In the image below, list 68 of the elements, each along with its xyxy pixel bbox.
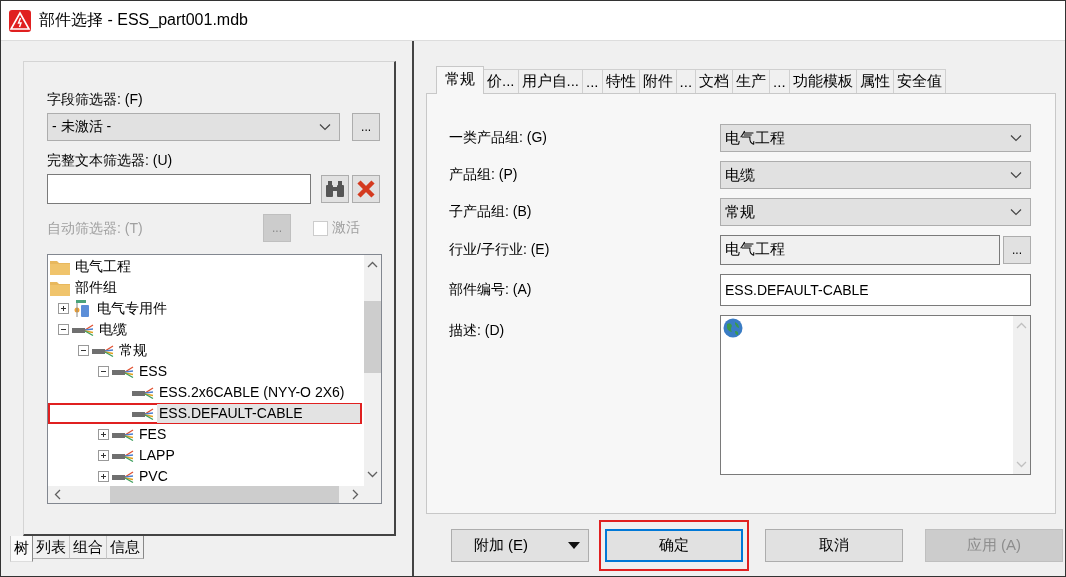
expand-icon[interactable]: [58, 303, 69, 314]
dialog-button[interactable]: 附加 (E): [451, 528, 589, 562]
clear-button[interactable]: [352, 175, 380, 203]
globe-icon: [723, 318, 743, 338]
dialog-button[interactable]: 取消: [765, 528, 903, 562]
expand-icon[interactable]: [98, 429, 109, 440]
folder-icon: [50, 258, 70, 275]
text-filter-field[interactable]: [47, 174, 311, 204]
cable-icon: [112, 428, 134, 441]
auto-filter-label: 自动筛选器: (T): [47, 219, 144, 237]
description-field[interactable]: [720, 315, 1031, 475]
field-label: 一类产品组: (G): [449, 129, 548, 147]
tree-item[interactable]: FES: [48, 424, 362, 445]
tree-item[interactable]: ESS.DEFAULT-CABLE: [48, 403, 362, 424]
binoculars-icon: [325, 180, 345, 198]
tab[interactable]: 常规: [436, 66, 484, 94]
collapse-icon[interactable]: [98, 366, 109, 377]
collapse-icon[interactable]: [58, 324, 69, 335]
field-filter-options-button[interactable]: ...: [352, 113, 380, 141]
field-filter-dropdown[interactable]: - 未激活 -: [47, 113, 341, 141]
cable-icon: [72, 323, 94, 336]
tab[interactable]: 组合: [69, 536, 107, 559]
part-number-field[interactable]: ESS.DEFAULT-CABLE: [720, 274, 1031, 306]
cable-icon: [92, 344, 114, 357]
collapse-icon[interactable]: [78, 345, 89, 356]
tree-item[interactable]: 常规: [48, 340, 362, 361]
tab[interactable]: 列表: [32, 536, 70, 559]
search-button[interactable]: [321, 175, 349, 203]
field-label: 行业/子行业: (E): [449, 241, 551, 259]
field-label: 部件编号: (A): [449, 281, 533, 299]
tree-item[interactable]: ESS: [48, 361, 362, 382]
tree-item[interactable]: 电气工程: [48, 256, 362, 277]
cable-icon: [112, 470, 134, 483]
tab[interactable]: 信息: [106, 536, 144, 559]
component-icon: [72, 299, 92, 318]
cable-icon: [132, 407, 154, 420]
tree-item[interactable]: 部件组: [48, 277, 362, 298]
chevron-down-icon: [1010, 171, 1022, 179]
field-label: 产品组: (P): [449, 166, 519, 184]
text-filter-label: 完整文本筛选器: (U): [47, 151, 174, 169]
dialog-button[interactable]: 确定: [605, 528, 743, 562]
tree-item[interactable]: PVC: [48, 466, 362, 486]
chevron-down-icon: [1010, 134, 1022, 142]
chevron-down-icon: [319, 123, 332, 131]
tree-item[interactable]: ESS.2x6CABLE (NYY-O 2X6): [48, 382, 362, 403]
field-label: 描述: (D): [449, 321, 506, 340]
dropdown[interactable]: 电缆: [720, 161, 1031, 189]
window-title: 部件选择 - ESS_part001.mdb: [39, 10, 248, 30]
expand-icon[interactable]: [98, 450, 109, 461]
tree-item[interactable]: 电气专用件: [48, 298, 362, 319]
browse-button[interactable]: ...: [1003, 236, 1031, 264]
cable-icon: [112, 449, 134, 462]
caret-icon: [568, 541, 580, 549]
dropdown[interactable]: 电气工程: [720, 124, 1031, 152]
expand-icon[interactable]: [98, 471, 109, 482]
app-logo-icon: [9, 9, 31, 32]
field-label: 子产品组: (B): [449, 203, 533, 221]
readonly-field: 电气工程: [720, 235, 1000, 265]
tree-item[interactable]: LAPP: [48, 445, 362, 466]
field-filter-label: 字段筛选器: (F): [47, 90, 144, 108]
dropdown[interactable]: 常规: [720, 198, 1031, 226]
tree-item[interactable]: 电缆: [48, 319, 362, 340]
close-icon: [357, 180, 375, 198]
folder-icon: [50, 279, 70, 296]
cable-icon: [112, 365, 134, 378]
cable-icon: [132, 386, 154, 399]
chevron-down-icon: [1010, 208, 1022, 216]
tab[interactable]: 树: [10, 536, 33, 562]
